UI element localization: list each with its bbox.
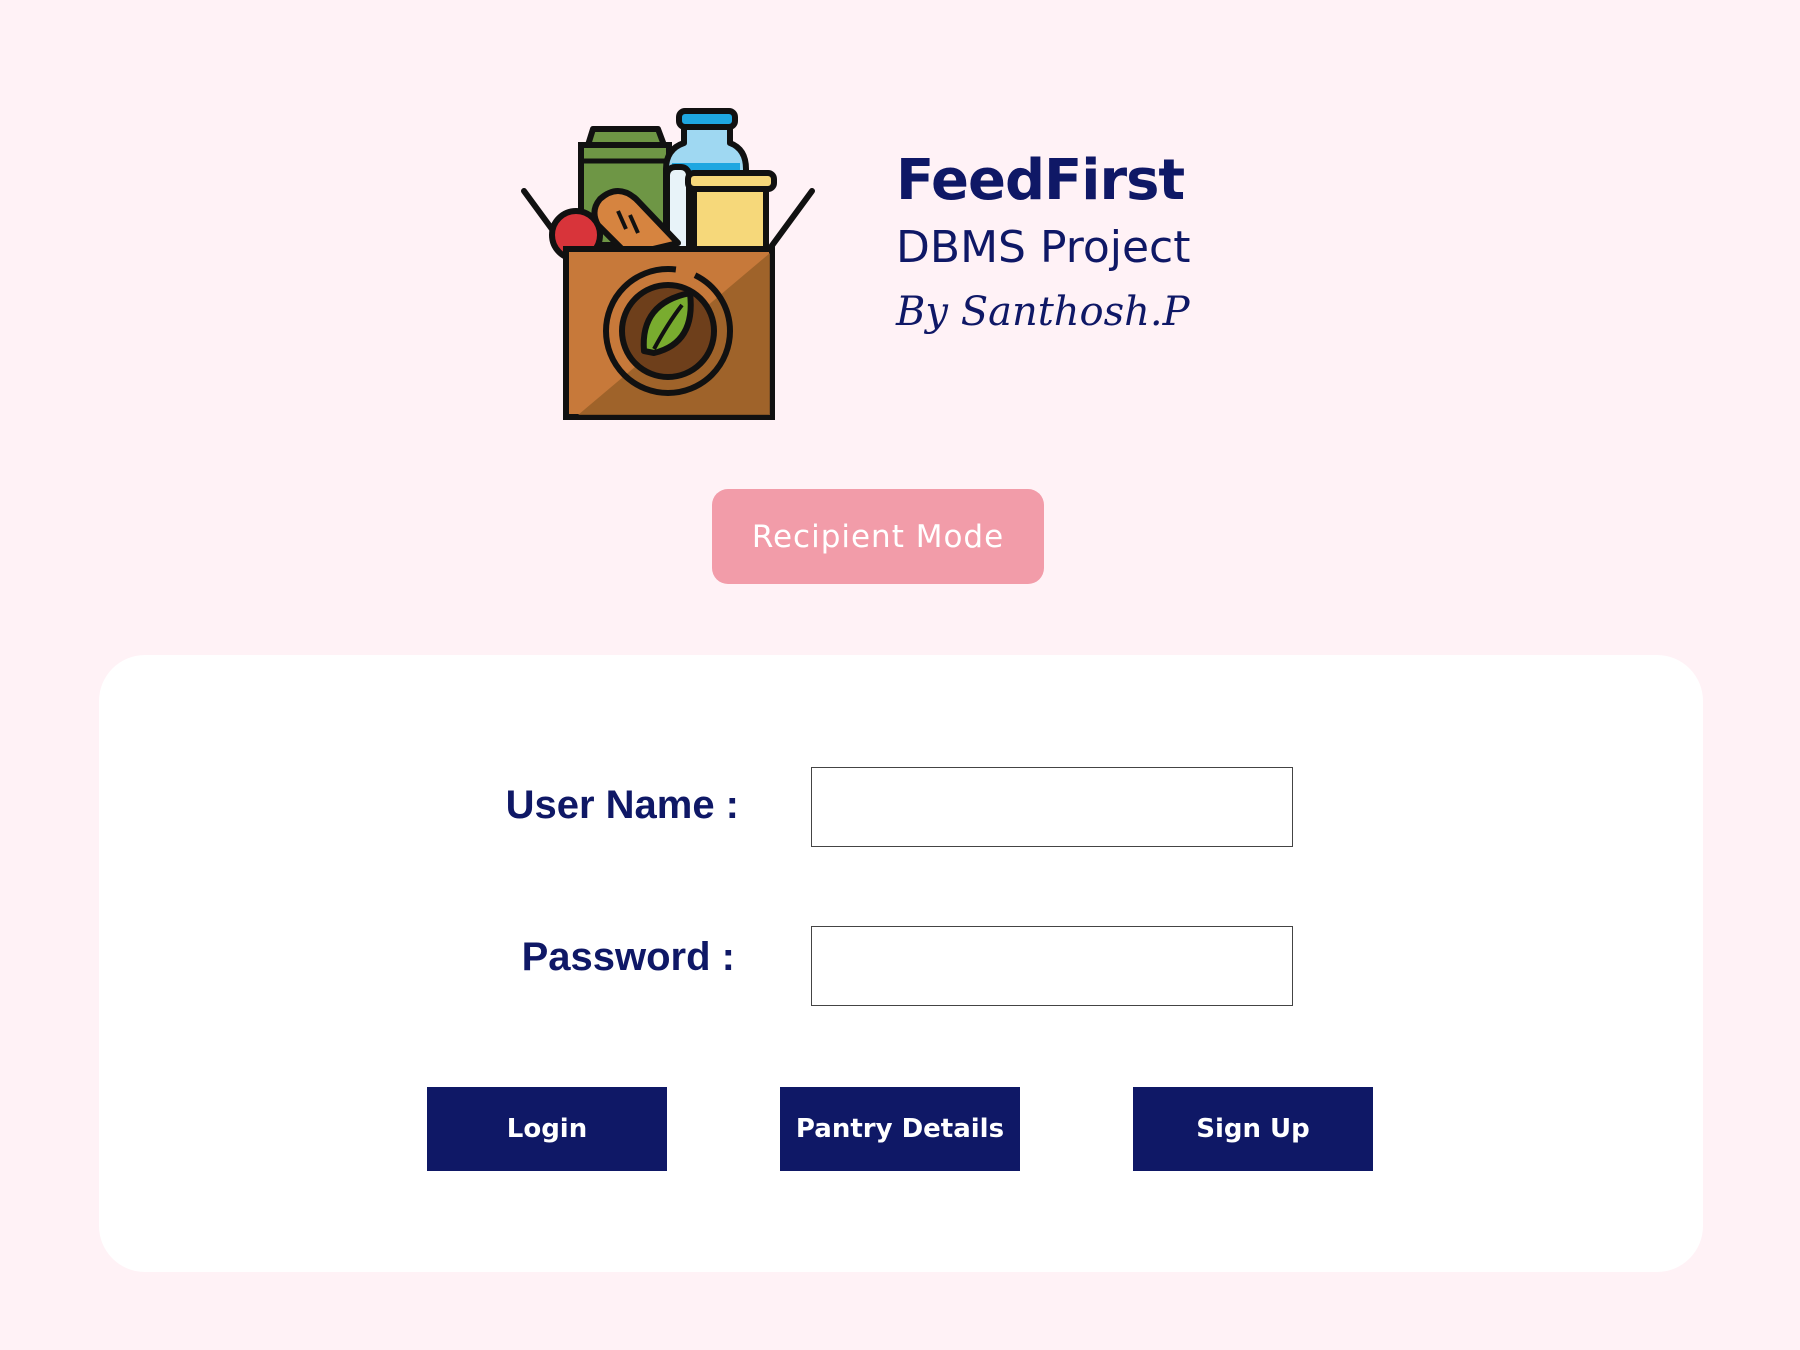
username-label: User Name : bbox=[505, 783, 739, 827]
password-input[interactable] bbox=[811, 926, 1293, 1006]
login-button[interactable]: Login bbox=[427, 1087, 667, 1171]
sign-up-button[interactable]: Sign Up bbox=[1133, 1087, 1373, 1171]
project-subtitle: DBMS Project bbox=[896, 222, 1191, 273]
login-card: User Name : Password : Login Pantry Deta… bbox=[99, 655, 1703, 1272]
password-label: Password : bbox=[521, 935, 735, 979]
pantry-details-button[interactable]: Pantry Details bbox=[780, 1087, 1020, 1171]
brand-block: FeedFirst DBMS Project By Santhosh.P bbox=[896, 148, 1396, 336]
username-input[interactable] bbox=[811, 767, 1293, 847]
recipient-mode-button[interactable]: Recipient Mode bbox=[712, 489, 1044, 584]
grocery-box-icon bbox=[518, 103, 818, 423]
author-credit: By Santhosh.P bbox=[896, 289, 1190, 335]
app-title: FeedFirst bbox=[896, 148, 1185, 213]
